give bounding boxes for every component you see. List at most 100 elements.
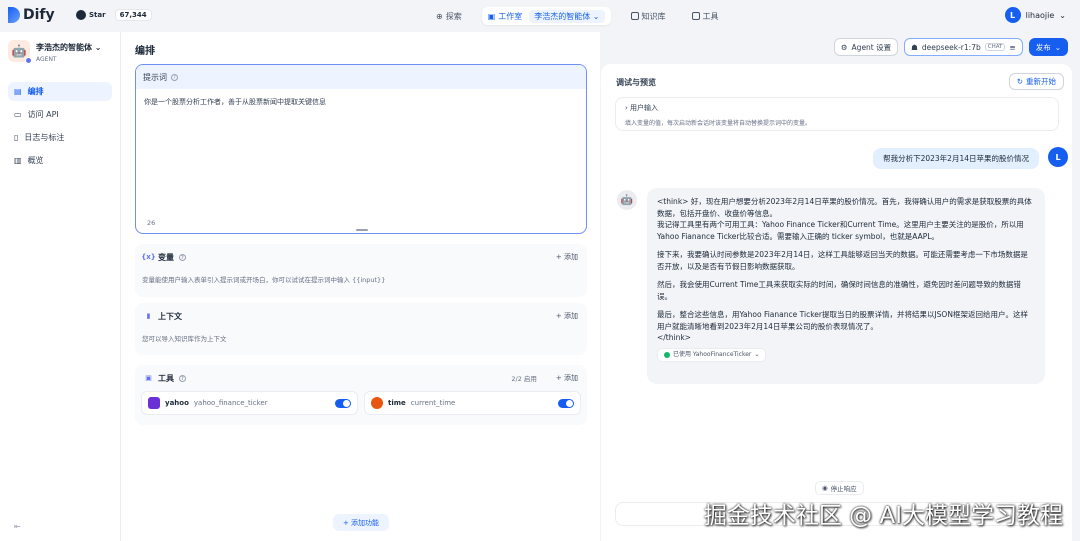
nav-knowledge[interactable]: 知识库 xyxy=(625,7,672,25)
sidebar-item-orchestrate[interactable]: ▤ 编排 xyxy=(8,82,112,101)
help-icon[interactable]: ? xyxy=(171,73,178,81)
yahoo-icon xyxy=(148,397,160,409)
prompt-char-count: 26 xyxy=(147,219,156,227)
top-bar: Dify Star 67,344 ⊕ 探索 ▣ 工作室 李浩杰的智能体 ⌄ 知识… xyxy=(0,0,1080,32)
user-input-description: 填入变量的值，每次启动新会话时该变量将自动替换提示词中的变量。 xyxy=(625,120,812,127)
model-tag: CHAT xyxy=(984,43,1006,51)
agent-settings-label: Agent 设置 xyxy=(851,42,892,52)
tool-toggle[interactable] xyxy=(558,398,574,408)
github-star-button[interactable]: Star 67,344 xyxy=(76,9,152,21)
answer-paragraph: 最后，整合这些信息，用Yahoo Fianance Ticker提取当日的股票详… xyxy=(657,310,1028,331)
compose-icon: ▤ xyxy=(14,87,22,96)
prompt-label: 提示词 xyxy=(143,72,167,82)
variables-header: {x} 变量 ? + 添加 xyxy=(135,244,587,270)
answer-paragraph: 接下来，我要确认时间参数是2023年2月14日，这样工具能够返回当天的数据。可能… xyxy=(657,250,1028,271)
document-icon: ▮ xyxy=(146,312,151,320)
stop-label: 停止响应 xyxy=(830,485,857,493)
publish-label: 发布 xyxy=(1035,42,1051,52)
app-avatar: 🤖 xyxy=(8,40,32,64)
model-selector[interactable]: ☗ deepseek-r1:7b CHAT ≡ xyxy=(904,38,1023,56)
variable-icon: {x} xyxy=(141,253,156,261)
help-icon[interactable]: ? xyxy=(179,374,186,382)
add-tool-button[interactable]: + 添加 xyxy=(556,373,578,383)
agent-settings-button[interactable]: ⚙ Agent 设置 xyxy=(833,38,899,56)
sidebar-menu: ▤ 编排 ▭ 访问 API ▯ 日志与标注 ▥ 概览 xyxy=(8,82,112,174)
answer-paragraph: 然后，我会使用Current Time工具来获取实际的时间，确保时间信息的准确性… xyxy=(657,280,1021,301)
compass-icon: ⊕ xyxy=(436,11,443,21)
restart-button[interactable]: ↻ 重新开始 xyxy=(1008,73,1064,90)
user-input-section[interactable]: › 用户输入 填入变量的值，每次启动新会话时该变量将自动替换提示词中的变量。 xyxy=(615,97,1059,131)
logo-mark-icon xyxy=(8,7,20,23)
nav-label: 工具 xyxy=(702,11,719,21)
add-context-button[interactable]: + 添加 xyxy=(556,311,578,321)
context-description: 您可以导入知识库作为上下文 xyxy=(142,335,227,343)
agent-badge-icon xyxy=(25,57,32,64)
nav-tools[interactable]: 工具 xyxy=(686,7,725,25)
brand-name: Dify xyxy=(23,7,55,23)
studio-icon: ▣ xyxy=(487,11,496,21)
star-label: Star xyxy=(89,11,106,19)
tool-name: time xyxy=(388,399,406,407)
add-variable-button[interactable]: + 添加 xyxy=(556,252,578,262)
app-header[interactable]: 🤖 李浩杰的智能体 ⌄ AGENT xyxy=(8,40,102,64)
avatar: L xyxy=(1004,7,1021,23)
context-header: ▮ 上下文 + 添加 xyxy=(135,303,587,329)
answer-paragraph: 我记得工具里有两个可用工具：Yahoo Finance Ticker和Curre… xyxy=(657,220,1024,241)
prompt-editor[interactable]: 提示词 ? 你是一个股票分析工作者，善于从股票新闻中提取关键信息 26 xyxy=(135,64,587,234)
tool-list: yahoo yahoo_finance_ticker time current_… xyxy=(135,391,587,415)
sidebar-item-overview[interactable]: ▥ 概览 xyxy=(8,151,112,170)
debug-preview-panel: 调试与预览 ↻ 重新开始 › 用户输入 填入变量的值，每次启动新会话时该变量将自… xyxy=(601,64,1072,541)
sliders-icon: ≡ xyxy=(1009,42,1016,52)
used-tool-tag[interactable]: 已使用 YahooFinanceTicker ⌄ xyxy=(657,347,767,362)
answer-paragraph: </think> xyxy=(657,333,691,342)
check-icon xyxy=(664,351,670,358)
sidebar-item-label: 日志与标注 xyxy=(24,133,65,142)
nav-label: 探索 xyxy=(445,11,462,21)
prompt-header: 提示词 ? xyxy=(136,65,586,89)
sidebar-item-label: 访问 API xyxy=(27,110,59,119)
variables-card: {x} 变量 ? + 添加 变量能使用户输入表单引入提示词或开场白，你可以试试在… xyxy=(135,244,587,297)
nav-studio[interactable]: ▣ 工作室 李浩杰的智能体 ⌄ xyxy=(481,7,611,25)
user-menu[interactable]: L lihaojie ⌄ xyxy=(1004,7,1066,23)
tool-name: yahoo xyxy=(165,399,189,407)
pill-label: 李浩杰的智能体 xyxy=(534,11,591,21)
tool-toggle[interactable] xyxy=(335,398,351,408)
github-icon xyxy=(76,10,86,20)
star-count: 67,344 xyxy=(114,9,152,21)
page-title: 编排 xyxy=(135,46,155,57)
nav-explore[interactable]: ⊕ 探索 xyxy=(430,7,468,25)
tool-item-time[interactable]: time current_time xyxy=(364,391,581,415)
nav-label: 知识库 xyxy=(641,11,666,21)
tool-sub: current_time xyxy=(410,399,456,407)
chevron-down-icon: ⌄ xyxy=(754,350,760,358)
add-feature-button[interactable]: + 添加功能 xyxy=(333,514,389,531)
collapse-sidebar-icon[interactable]: ⇤ xyxy=(14,522,21,531)
app-name-text: 李浩杰的智能体 xyxy=(36,43,92,52)
model-name: deepseek-r1:7b xyxy=(921,42,981,52)
context-title: 上下文 xyxy=(158,311,182,321)
sidebar-item-logs[interactable]: ▯ 日志与标注 xyxy=(8,128,112,147)
tool-item-yahoo[interactable]: yahoo yahoo_finance_ticker xyxy=(141,391,358,415)
help-icon[interactable]: ? xyxy=(179,253,186,261)
variables-title: 变量 xyxy=(158,252,174,262)
current-app-pill[interactable]: 李浩杰的智能体 ⌄ xyxy=(529,9,605,23)
user-input-title-text: 用户输入 xyxy=(630,104,659,112)
resize-handle[interactable] xyxy=(356,229,368,231)
used-tool-label: 已使用 YahooFinanceTicker xyxy=(673,350,752,358)
main-nav: ⊕ 探索 ▣ 工作室 李浩杰的智能体 ⌄ 知识库 工具 xyxy=(430,7,725,25)
stop-response-button[interactable]: ◉ 停止响应 xyxy=(815,481,864,495)
sidebar-item-label: 概览 xyxy=(27,156,44,165)
clock-icon xyxy=(371,397,383,409)
variables-description: 变量能使用户输入表单引入提示词或开场白，你可以试试在提示词中输入 {{input… xyxy=(142,276,386,284)
sidebar-item-api[interactable]: ▭ 访问 API xyxy=(8,105,112,124)
publish-button[interactable]: 发布 ⌄ xyxy=(1028,38,1068,56)
api-icon: ▭ xyxy=(14,110,22,119)
prompt-text[interactable]: 你是一个股票分析工作者，善于从股票新闻中提取关键信息 xyxy=(136,89,586,115)
header-actions: ⚙ Agent 设置 ☗ deepseek-r1:7b CHAT ≡ 发布 ⌄ xyxy=(833,38,1068,56)
tools-enabled-count: 2/2 启用 xyxy=(511,375,537,383)
dify-logo[interactable]: Dify xyxy=(8,7,55,23)
toolbox-icon xyxy=(691,12,700,20)
sidebar-item-label: 编排 xyxy=(27,87,44,96)
gear-icon: ⚙ xyxy=(840,42,848,52)
user-question: 帮我分析下2023年2月14日苹果的股价情况 xyxy=(873,148,1039,169)
